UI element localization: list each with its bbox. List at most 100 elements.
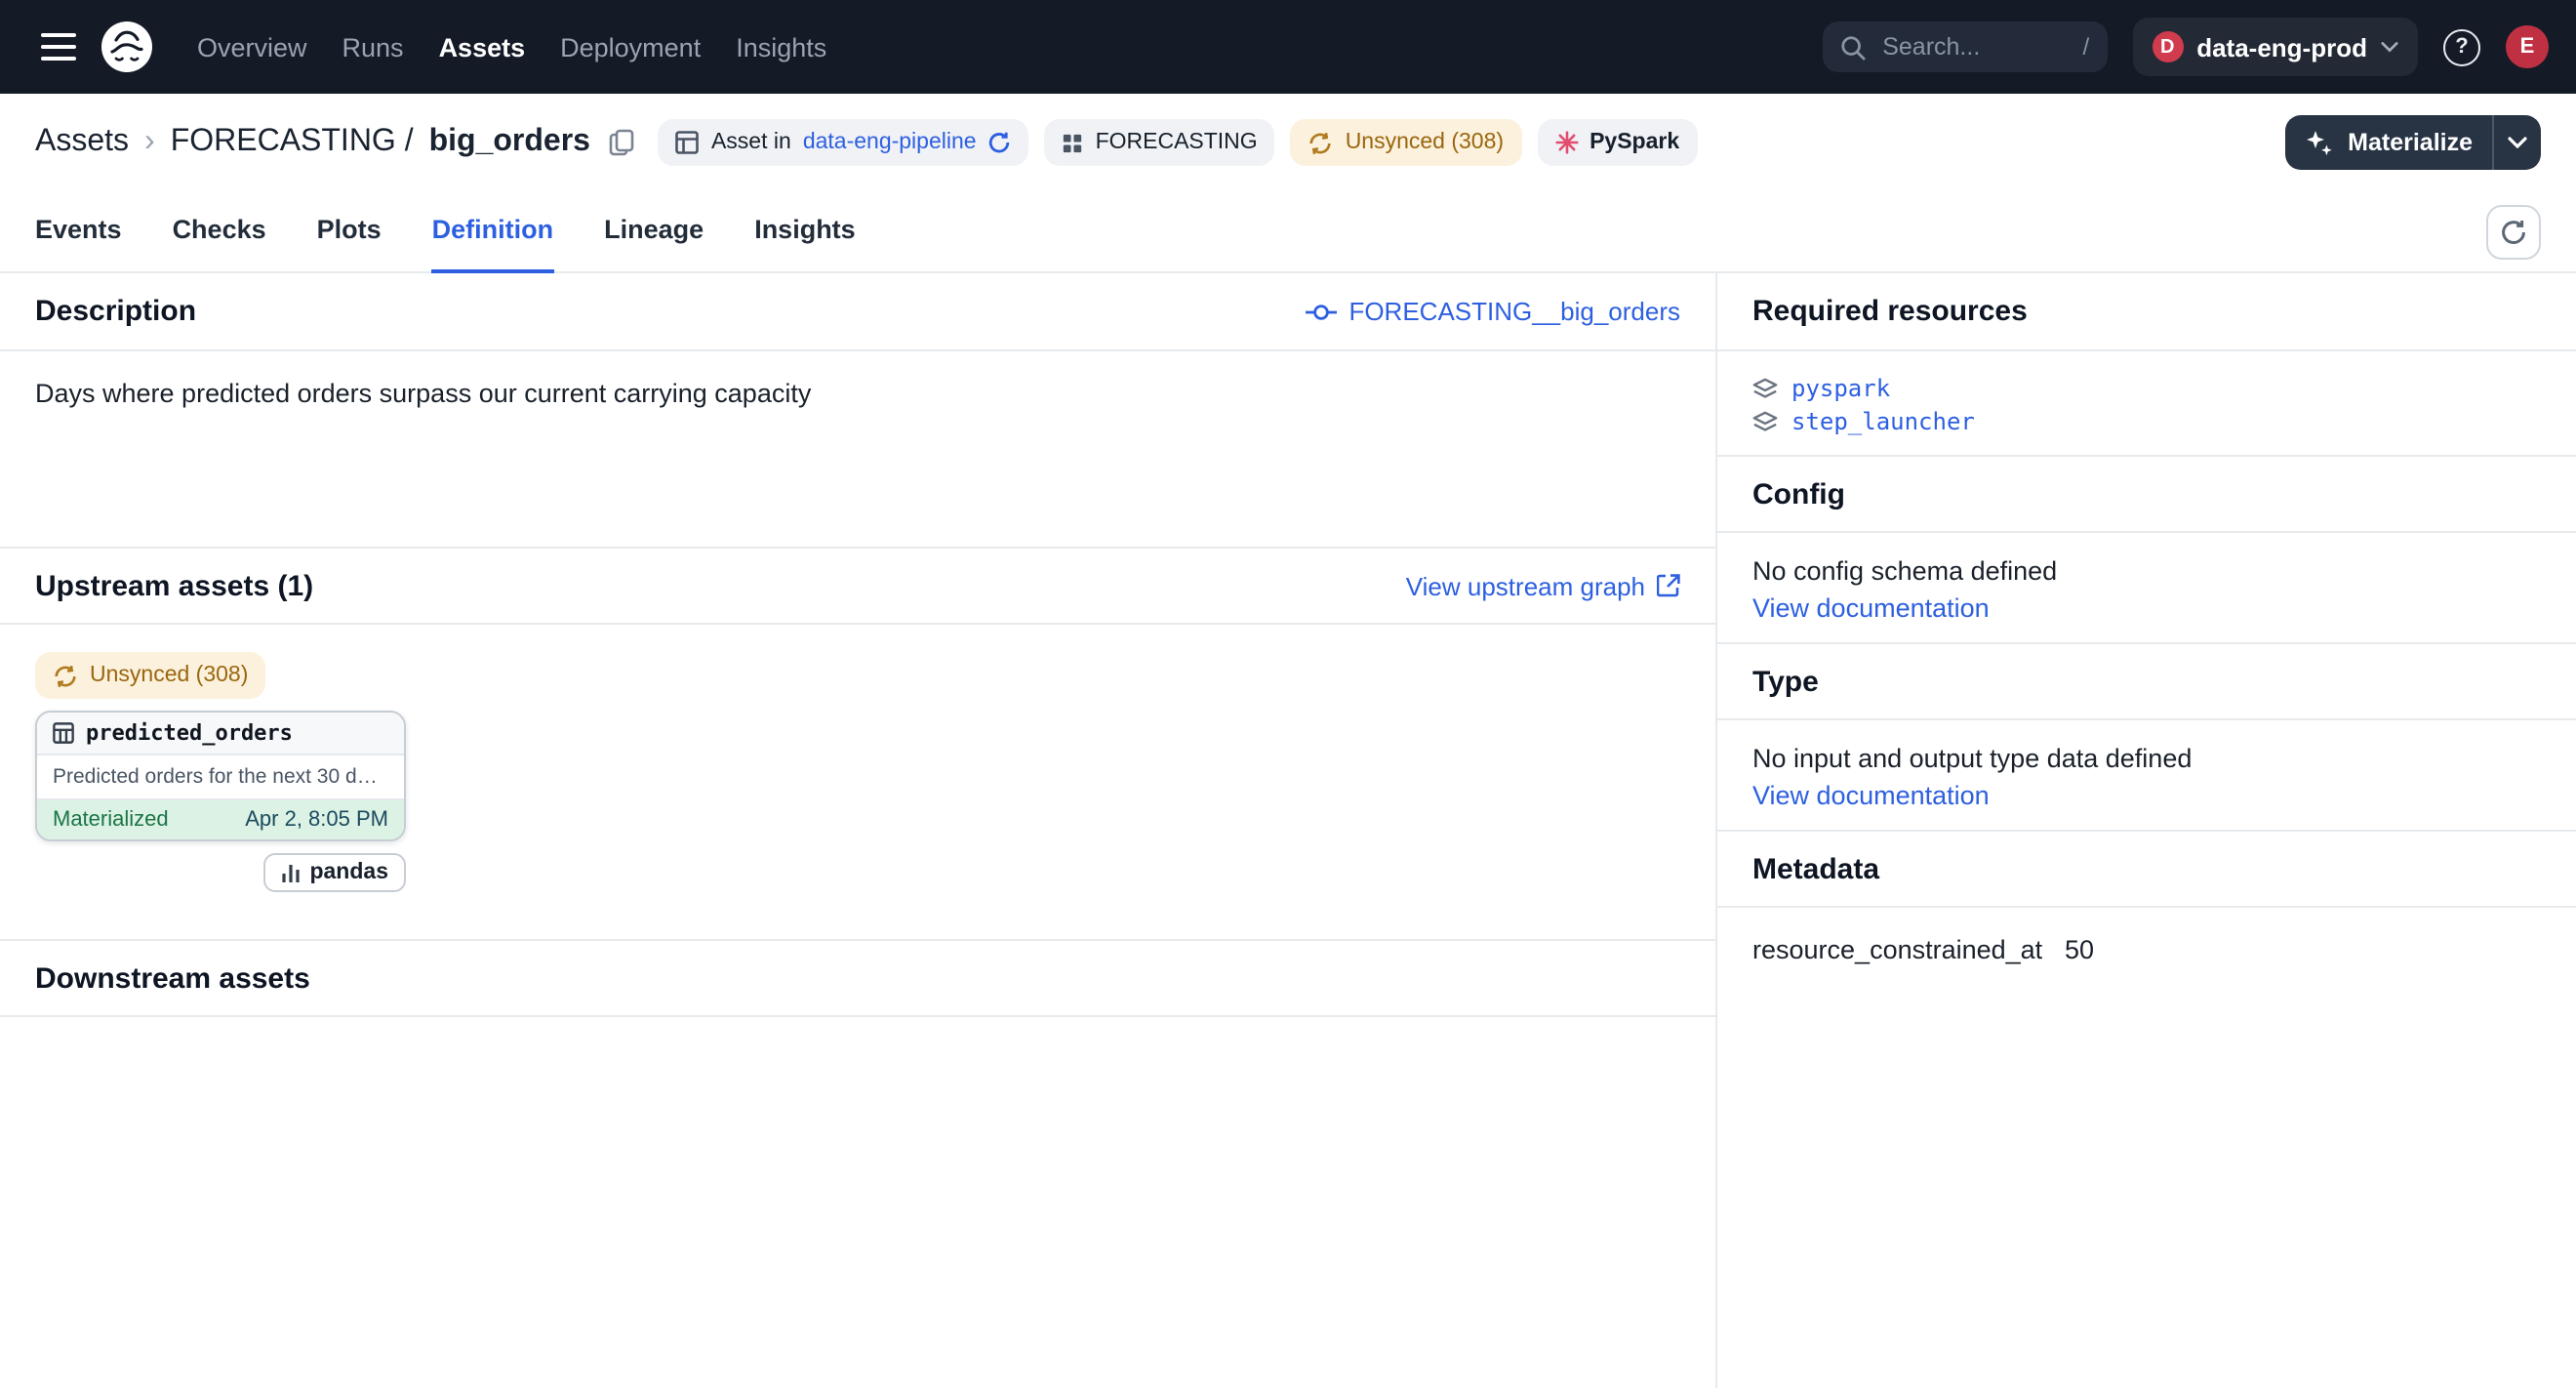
reload-definition-button[interactable] xyxy=(2486,204,2541,259)
primary-nav: Overview Runs Assets Deployment Insights xyxy=(180,20,844,73)
metadata-body: resource_constrained_at 50 xyxy=(1717,908,2576,992)
materialized-timestamp[interactable]: Apr 2, 8:05 PM xyxy=(245,808,388,832)
refresh-icon[interactable] xyxy=(988,131,1012,154)
tab-checks[interactable]: Checks xyxy=(173,190,266,272)
materialize-button[interactable]: Materialize xyxy=(2285,115,2492,170)
asset-card-name: predicted_orders xyxy=(86,720,293,746)
nav-right: / D data-eng-prod ? E xyxy=(1822,18,2549,76)
resource-link-pyspark[interactable]: pyspark xyxy=(1791,375,1890,402)
config-section-header: Config xyxy=(1717,455,2576,533)
page-title: big_orders xyxy=(429,125,590,160)
resource-link-step-launcher[interactable]: step_launcher xyxy=(1791,408,1975,435)
tab-definition[interactable]: Definition xyxy=(432,190,554,272)
table-icon xyxy=(53,722,74,744)
materialize-caret-button[interactable] xyxy=(2492,115,2541,170)
tab-lineage[interactable]: Lineage xyxy=(604,190,704,272)
chevron-down-icon xyxy=(2381,41,2398,53)
dagster-logo[interactable] xyxy=(98,18,156,76)
type-title: Type xyxy=(1752,665,1819,698)
asset-node-icon xyxy=(1306,302,1337,321)
metadata-title: Metadata xyxy=(1752,852,1879,885)
copy-icon[interactable] xyxy=(610,129,635,156)
layers-icon xyxy=(1752,409,1778,434)
job-icon xyxy=(676,131,700,154)
asset-in-job-badge: Asset in data-eng-pipeline xyxy=(659,119,1029,166)
asset-graph-link-label: FORECASTING__big_orders xyxy=(1348,297,1680,326)
global-search[interactable]: / xyxy=(1822,21,2107,72)
upstream-asset-card[interactable]: predicted_orders Predicted orders for th… xyxy=(35,711,406,841)
nav-item-runs[interactable]: Runs xyxy=(325,20,422,73)
resource-item: pyspark xyxy=(1752,375,2541,402)
nav-item-insights[interactable]: Insights xyxy=(718,20,844,73)
asset-badges: Asset in data-eng-pipeline FORECASTING U… xyxy=(659,119,2262,166)
right-column: Required resources pyspark step_launcher xyxy=(1717,273,2576,1388)
page-header: Assets › FORECASTING / big_orders Asset … xyxy=(0,94,2576,191)
upstream-section-header: Upstream assets (1) View upstream graph xyxy=(0,547,1715,625)
external-link-icon xyxy=(1657,574,1680,597)
deployment-badge: D xyxy=(2152,31,2183,62)
metadata-key: resource_constrained_at xyxy=(1752,935,2065,964)
materialized-status: Materialized xyxy=(53,808,169,832)
breadcrumb-assets-link[interactable]: Assets xyxy=(35,125,129,160)
group-grid-icon xyxy=(1063,132,1084,153)
downstream-section-header: Downstream assets xyxy=(0,939,1715,1017)
view-upstream-graph-label: View upstream graph xyxy=(1406,571,1645,600)
nav-left: Overview Runs Assets Deployment Insights xyxy=(27,16,844,78)
downstream-title: Downstream assets xyxy=(35,961,310,995)
upstream-unsynced-label: Unsynced (308) xyxy=(90,664,248,687)
view-upstream-graph-link[interactable]: View upstream graph xyxy=(1406,571,1680,600)
tab-plots[interactable]: Plots xyxy=(317,190,382,272)
kind-badge-label: PySpark xyxy=(1590,131,1679,154)
tab-insights[interactable]: Insights xyxy=(754,190,856,272)
upstream-body: Unsynced (308) predicted_orders Predicte… xyxy=(0,625,1715,939)
nav-item-deployment[interactable]: Deployment xyxy=(543,20,718,73)
user-avatar[interactable]: E xyxy=(2506,25,2549,68)
nav-item-overview[interactable]: Overview xyxy=(180,20,325,73)
resources-body: pyspark step_launcher xyxy=(1717,351,2576,455)
unsynced-badge[interactable]: Unsynced (308) xyxy=(1291,119,1521,166)
hamburger-menu-button[interactable] xyxy=(27,16,90,78)
left-column: Description FORECASTING__big_orders Days… xyxy=(0,273,1717,1388)
asset-graph-link[interactable]: FORECASTING__big_orders xyxy=(1306,297,1680,326)
unsynced-badge-label: Unsynced (308) xyxy=(1346,131,1504,154)
sparkle-icon xyxy=(2305,128,2334,157)
materialize-button-group: Materialize xyxy=(2285,115,2541,170)
sync-icon xyxy=(1308,130,1334,155)
pandas-tag-label: pandas xyxy=(309,861,388,884)
config-title: Config xyxy=(1752,477,1845,510)
metadata-row: resource_constrained_at 50 xyxy=(1752,935,2541,964)
nav-item-assets[interactable]: Assets xyxy=(422,20,543,73)
metadata-value: 50 xyxy=(2065,935,2094,964)
search-input[interactable] xyxy=(1878,31,2069,62)
asset-card-description: Predicted orders for the next 30 day... xyxy=(37,755,404,800)
asset-card-header: predicted_orders xyxy=(37,713,404,755)
deployment-name: data-eng-prod xyxy=(2196,32,2367,61)
layers-icon xyxy=(1752,376,1778,401)
asset-in-prefix: Asset in xyxy=(711,131,791,154)
type-empty-message: No input and output type data defined xyxy=(1752,744,2541,773)
pyspark-icon xyxy=(1554,131,1578,154)
type-section-header: Type xyxy=(1717,642,2576,720)
materialize-button-label: Materialize xyxy=(2348,129,2473,156)
sync-icon xyxy=(53,663,78,688)
config-view-documentation-link[interactable]: View documentation xyxy=(1752,593,1990,623)
deployment-switcher[interactable]: D data-eng-prod xyxy=(2132,18,2418,76)
tab-bar: Events Checks Plots Definition Lineage I… xyxy=(0,191,2576,273)
chevron-down-icon xyxy=(2508,137,2527,148)
pipeline-link[interactable]: data-eng-pipeline xyxy=(803,131,977,154)
asset-tag-row: pandas xyxy=(35,853,406,892)
upstream-title: Upstream assets (1) xyxy=(35,569,313,602)
group-badge-label: FORECASTING xyxy=(1096,131,1258,154)
help-icon[interactable]: ? xyxy=(2443,28,2480,65)
type-view-documentation-link[interactable]: View documentation xyxy=(1752,781,1990,810)
description-section-header: Description FORECASTING__big_orders xyxy=(0,273,1715,351)
asset-definition-page: Overview Runs Assets Deployment Insights… xyxy=(0,0,2576,1388)
tab-events[interactable]: Events xyxy=(35,190,122,272)
upstream-unsynced-badge[interactable]: Unsynced (308) xyxy=(35,652,265,699)
breadcrumb-group: FORECASTING / xyxy=(171,125,414,160)
content: Description FORECASTING__big_orders Days… xyxy=(0,273,2576,1388)
metadata-section-header: Metadata xyxy=(1717,830,2576,908)
hamburger-icon xyxy=(41,33,76,61)
pandas-tag[interactable]: pandas xyxy=(262,853,406,892)
description-body: Days where predicted orders surpass our … xyxy=(0,351,1715,547)
